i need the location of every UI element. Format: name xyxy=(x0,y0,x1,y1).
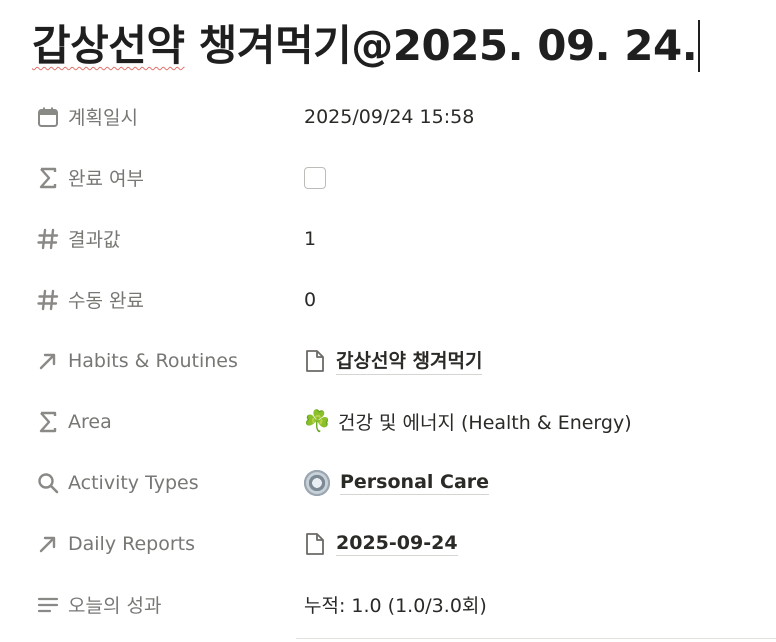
number-value: 0 xyxy=(304,288,317,311)
property-row-completion: 완료 여부 xyxy=(34,147,774,208)
property-value-area[interactable]: ☘️ 건강 및 에너지 (Health & Energy) xyxy=(304,408,774,435)
page-title[interactable]: 갑상선약 챙겨먹기@2025. 09. 24. xyxy=(32,14,701,78)
property-label: 결과값 xyxy=(68,229,121,251)
number-value: 1 xyxy=(304,227,317,250)
property-name-completion[interactable]: 완료 여부 xyxy=(34,164,304,192)
date-value: 2025/09/24 15:58 xyxy=(304,105,475,128)
property-value-completion[interactable] xyxy=(304,166,774,189)
area-value: 건강 및 에너지 (Health & Energy) xyxy=(338,412,632,434)
property-row-area: Area ☘️ 건강 및 에너지 (Health & Energy) xyxy=(34,391,774,452)
property-name-today-performance[interactable]: 오늘의 성과 xyxy=(34,591,304,619)
property-label: Activity Types xyxy=(68,471,199,494)
title-word-misspelled: 갑상선약 xyxy=(32,21,185,70)
page-icon xyxy=(304,349,326,373)
property-label: 수동 완료 xyxy=(68,290,144,312)
property-row-planned-datetime: 계획일시 2025/09/24 15:58 xyxy=(34,86,774,147)
relation-page-title: 2025-09-24 xyxy=(336,531,458,556)
property-name-habits-routines[interactable]: Habits & Routines xyxy=(34,347,304,375)
arrow-northeast-icon xyxy=(34,347,62,375)
completion-checkbox[interactable] xyxy=(304,166,326,189)
formula-value: 누적: 1.0 (1.0/3.0회) xyxy=(304,595,487,617)
property-value-result[interactable]: 1 xyxy=(304,228,774,250)
property-value-daily-reports: 2025-09-24 xyxy=(304,532,774,556)
property-row-daily-reports: Daily Reports 2025-09-24 xyxy=(34,513,774,574)
property-name-area[interactable]: Area xyxy=(34,408,304,436)
property-label: Area xyxy=(68,410,112,433)
shamrock-icon: ☘️ xyxy=(304,409,331,433)
property-row-habits-routines: Habits & Routines 갑상선약 챙겨먹기 xyxy=(34,330,774,391)
property-row-activity-types: Activity Types Personal Care xyxy=(34,452,774,513)
sigma-icon xyxy=(34,164,62,192)
property-label: Habits & Routines xyxy=(68,349,238,372)
property-label: 계획일시 xyxy=(68,107,138,129)
property-label: Daily Reports xyxy=(68,532,195,555)
relation-page-link[interactable]: Personal Care xyxy=(304,469,490,496)
property-name-result[interactable]: 결과값 xyxy=(34,225,304,253)
search-icon xyxy=(34,469,62,497)
property-value-activity-types: Personal Care xyxy=(304,469,774,496)
title-main: 챙겨먹기 xyxy=(184,21,352,70)
property-row-today-performance: 오늘의 성과 누적: 1.0 (1.0/3.0회) xyxy=(34,574,774,635)
title-date-mention: @2025. 09. 24. xyxy=(351,21,698,70)
relation-page-title: Personal Care xyxy=(340,470,490,495)
property-value-habits-routines: 갑상선약 챙겨먹기 xyxy=(304,346,774,375)
property-label: 오늘의 성과 xyxy=(68,595,162,617)
text-caret xyxy=(698,19,701,72)
relation-page-link[interactable]: 2025-09-24 xyxy=(304,532,458,556)
relation-page-title: 갑상선약 챙겨먹기 xyxy=(336,346,483,375)
property-name-daily-reports[interactable]: Daily Reports xyxy=(34,530,304,558)
property-name-activity-types[interactable]: Activity Types xyxy=(34,469,304,497)
property-name-manual-complete[interactable]: 수동 완료 xyxy=(34,286,304,314)
divider xyxy=(296,638,776,639)
property-value-today-performance[interactable]: 누적: 1.0 (1.0/3.0회) xyxy=(304,591,774,618)
property-label: 완료 여부 xyxy=(68,168,144,190)
relation-page-link[interactable]: 갑상선약 챙겨먹기 xyxy=(304,346,483,375)
gear-icon xyxy=(304,469,330,496)
page-icon xyxy=(304,532,326,556)
arrow-northeast-icon xyxy=(34,530,62,558)
hash-icon xyxy=(34,225,62,253)
property-row-manual-complete: 수동 완료 0 xyxy=(34,269,774,330)
text-lines-icon xyxy=(34,591,62,619)
property-value-manual-complete[interactable]: 0 xyxy=(304,289,774,311)
property-row-result: 결과값 1 xyxy=(34,208,774,269)
sigma-icon xyxy=(34,408,62,436)
properties-table: 계획일시 2025/09/24 15:58 완료 여부 결과값 1 수동 완료 … xyxy=(34,86,774,635)
property-value-planned-datetime[interactable]: 2025/09/24 15:58 xyxy=(304,106,774,128)
hash-icon xyxy=(34,286,62,314)
property-name-planned-datetime[interactable]: 계획일시 xyxy=(34,103,304,131)
calendar-icon xyxy=(34,103,62,131)
